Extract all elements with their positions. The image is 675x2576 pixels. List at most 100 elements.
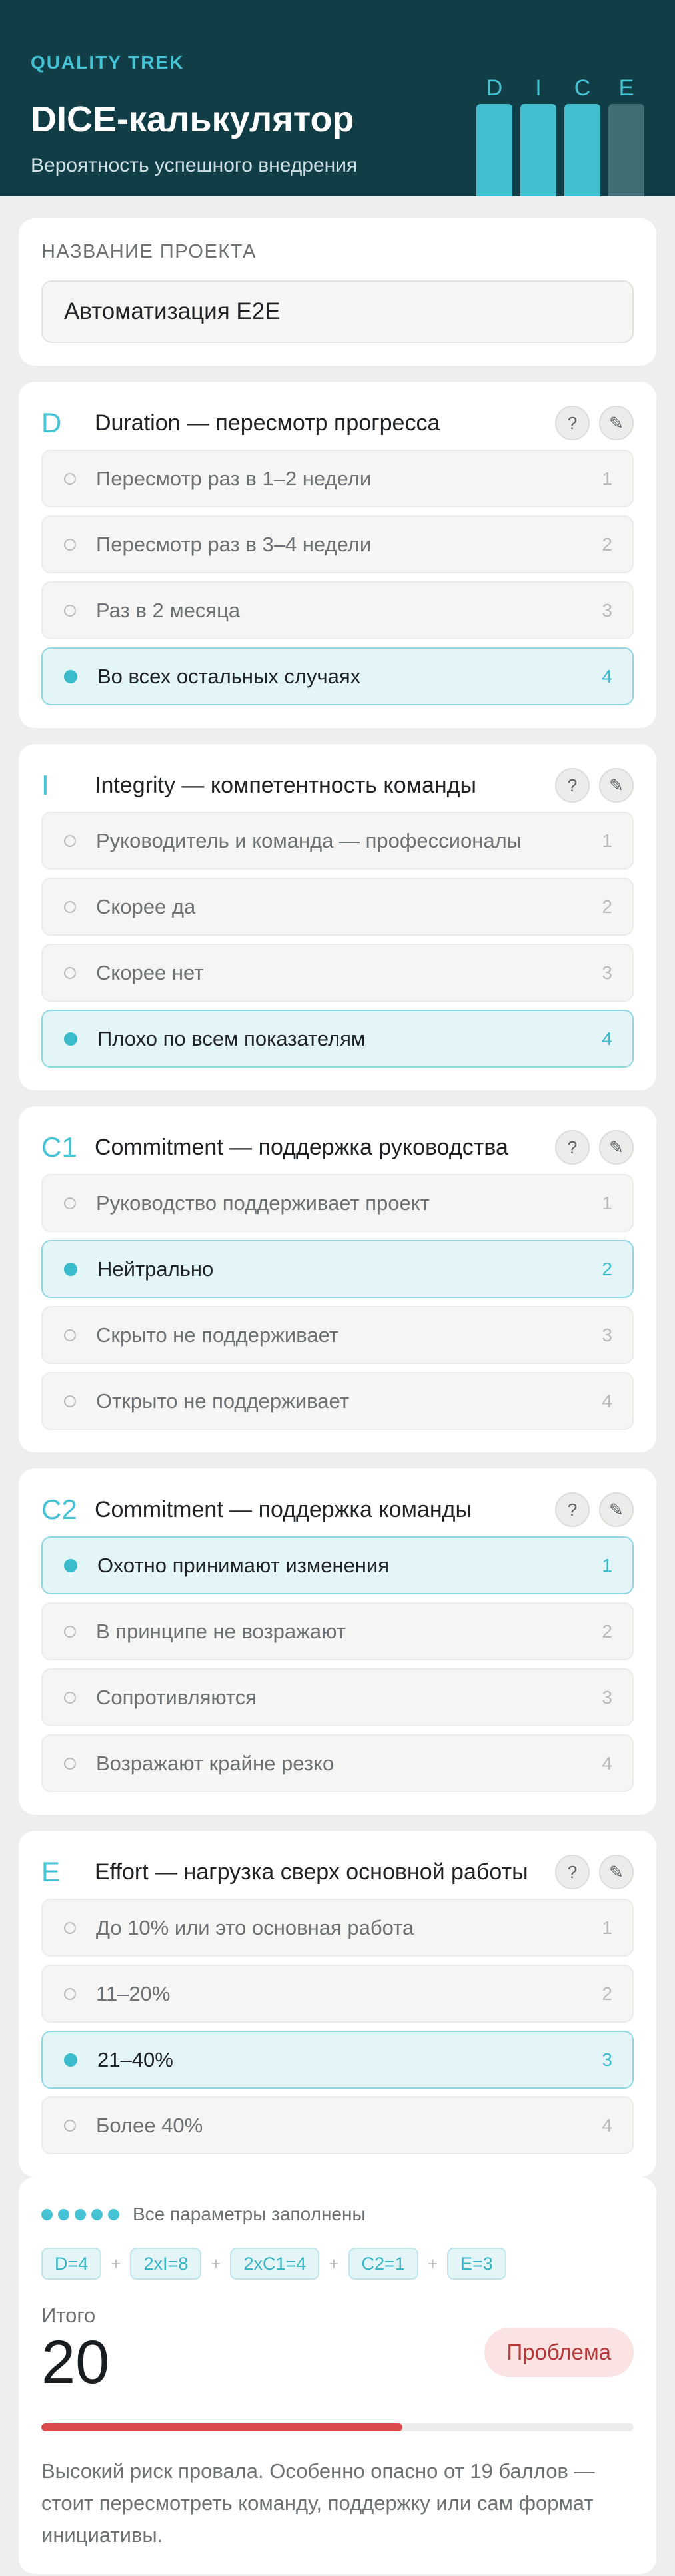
question-code: E [41,1856,61,1887]
option-list: Пересмотр раз в 1–2 недели 1 Пересмотр раз… [41,450,634,705]
option-label: Скорее нет [96,960,204,984]
question-card-e: E Effort — нагрузка сверх основной работы… [19,1831,656,2177]
help-icon[interactable]: ? [555,1492,590,1527]
option-label: Раз в 2 месяца [96,598,241,622]
option-item[interactable]: Пересмотр раз в 3–4 недели 2 [41,515,634,573]
question-title: Integrity — компетентность команды [95,772,476,798]
option-item[interactable]: Пересмотр раз в 1–2 недели 1 [41,450,634,507]
radio-icon [64,1197,76,1209]
option-score: 1 [602,1554,612,1576]
option-item[interactable]: Более 40% 4 [41,2096,634,2154]
question-code: I [41,769,49,801]
edit-icon[interactable]: ✎ [599,1492,634,1527]
dice-bar-fill [564,104,600,196]
risk-meter [41,2423,634,2431]
radio-icon [64,1625,76,1638]
help-icon[interactable]: ? [555,1130,590,1165]
option-item[interactable]: Возражают крайне резко 4 [41,1734,634,1792]
verdict-badge: Проблема [484,2328,634,2377]
question-code: C1 [41,1131,77,1163]
formula-chip: C2=1 [348,2248,418,2280]
radio-icon [64,1757,76,1770]
option-item[interactable]: Охотно принимают изменения 1 [41,1536,634,1594]
option-item[interactable]: Скорее да 2 [41,878,634,936]
option-item[interactable]: Скрыто не поддерживает 3 [41,1306,634,1364]
help-icon[interactable]: ? [555,1855,590,1889]
radio-icon [64,2119,76,2132]
question-title: Duration — пересмотр прогресса [95,410,440,436]
dice-bars-logo: DICE [476,72,644,196]
option-list: Охотно принимают изменения 1 В принципе не… [41,1536,634,1792]
dice-bar-fill [608,104,644,196]
question-header: C1 Commitment — поддержка руководства? ✎ [41,1129,634,1166]
option-item[interactable]: Руководство поддерживает проект 1 [41,1174,634,1232]
question-card-d: D Duration — пересмотр прогресса? ✎ Пересмо… [19,382,656,728]
option-label: 21–40% [97,2047,173,2071]
question-title: Effort — нагрузка сверх основной работы [95,1859,528,1885]
radio-icon [64,2053,77,2067]
option-list: Руководитель и команда — профессионалы 1 С… [41,812,634,1068]
plus-sign: + [427,2253,438,2274]
radio-icon [64,669,77,683]
edit-icon[interactable]: ✎ [599,406,634,440]
formula-chip: D=4 [41,2248,102,2280]
option-label: Во всех остальных случаях [97,664,361,688]
help-icon[interactable]: ? [555,768,590,803]
plus-sign: + [211,2253,221,2274]
question-title: Commitment — поддержка команды [95,1496,472,1522]
option-label: До 10% или это основная работа [96,1915,414,1939]
option-item[interactable]: 21–40% 3 [41,2031,634,2089]
question-code: C2 [41,1494,77,1525]
progress-dots [41,2208,119,2220]
edit-icon[interactable]: ✎ [599,768,634,803]
option-item[interactable]: До 10% или это основная работа 1 [41,1899,634,1957]
edit-icon[interactable]: ✎ [599,1130,634,1165]
option-score: 1 [602,830,612,851]
radio-icon [64,1987,76,2000]
formula-chips: D=4 +2xI=8 +2xC1=4 + C2=1 + E=3 [41,2248,634,2280]
option-item[interactable]: Руководитель и команда — профессионалы 1 [41,812,634,870]
completion-text: Все параметры заполнены [133,2204,366,2224]
project-name-input[interactable]: Автоматизация E2E [41,280,634,343]
option-list: Руководство поддерживает проект 1 Нейтраль… [41,1174,634,1430]
option-score: 4 [602,1752,612,1773]
option-item[interactable]: 11–20% 2 [41,1965,634,2023]
radio-icon [64,604,76,617]
option-label: Сопротивляются [96,1685,257,1709]
dice-bar-fill [476,104,512,196]
radio-icon [64,1921,76,1934]
option-label: В принципе не возражают [96,1619,346,1643]
edit-icon[interactable]: ✎ [599,1855,634,1889]
radio-icon [64,1558,77,1572]
question-header: I Integrity — компетентность команды? ✎ [41,767,634,804]
option-label: Пересмотр раз в 3–4 недели [96,532,372,556]
question-header: E Effort — нагрузка сверх основной работы… [41,1853,634,1891]
dice-bar-letter: D [486,75,503,101]
progress-dot [41,2208,53,2220]
option-item[interactable]: Скорее нет 3 [41,944,634,1002]
option-score: 3 [602,962,612,983]
option-item[interactable]: Сопротивляются 3 [41,1668,634,1726]
option-item[interactable]: Нейтрально 2 [41,1240,634,1298]
brand-label: QUALITY TREK [31,52,185,73]
radio-icon [64,472,76,485]
progress-dot [58,2208,69,2220]
question-card-c2: C2 Commitment — поддержка команды? ✎ Охотно… [19,1468,656,1815]
option-item[interactable]: Открыто не поддерживает 4 [41,1372,634,1430]
question-card-c1: C1 Commitment — поддержка руководства? ✎ Ру… [19,1106,656,1452]
option-list: До 10% или это основная работа 1 11–20% 2 21… [41,1899,634,2154]
option-score: 1 [602,1192,612,1213]
option-label: Плохо по всем показателям [97,1026,366,1050]
option-item[interactable]: Плохо по всем показателям 4 [41,1010,634,1068]
radio-icon [64,1329,76,1341]
option-score: 3 [602,1686,612,1708]
radio-icon [64,900,76,913]
progress-dot [91,2208,103,2220]
help-icon[interactable]: ? [555,406,590,440]
option-label: Охотно принимают изменения [97,1553,390,1577]
option-label: Пересмотр раз в 1–2 недели [96,466,372,490]
option-item[interactable]: Раз в 2 месяца 3 [41,581,634,639]
option-item[interactable]: В принципе не возражают 2 [41,1602,634,1660]
total-score: 20 [41,2328,110,2396]
option-item[interactable]: Во всех остальных случаях 4 [41,647,634,705]
